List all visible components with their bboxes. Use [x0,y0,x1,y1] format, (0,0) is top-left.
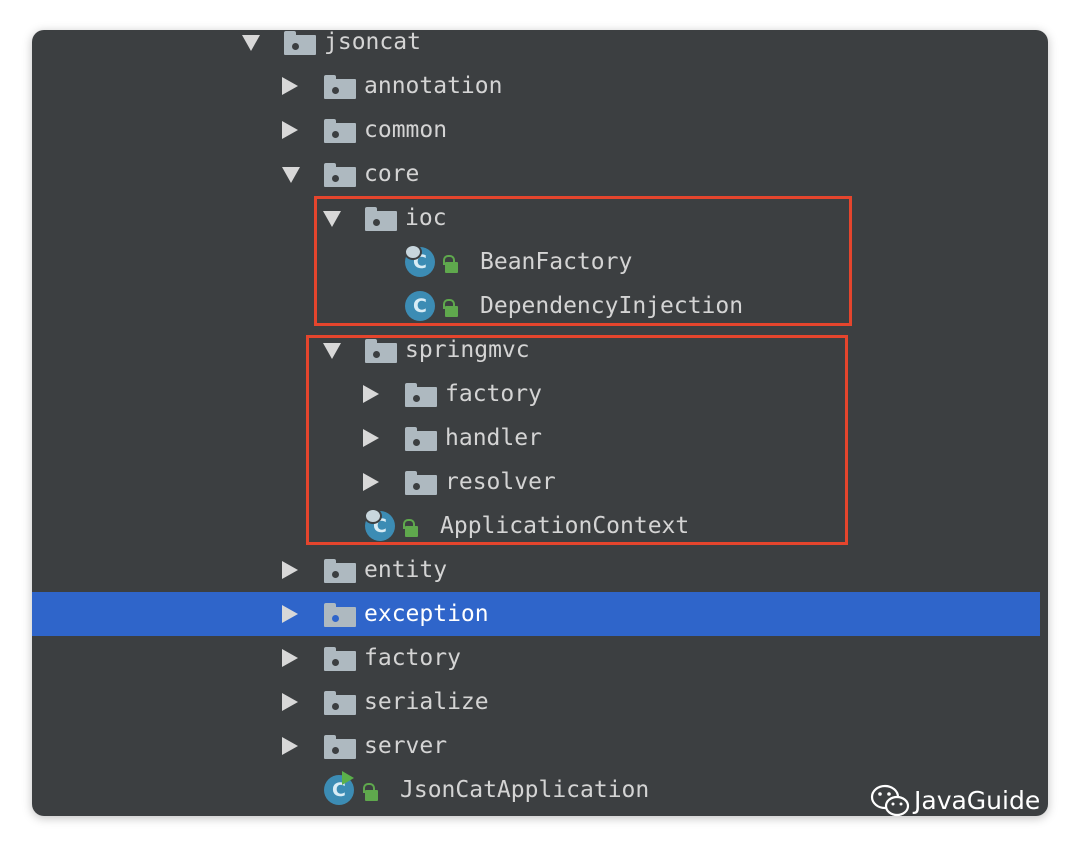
runnable-class-icon: C [324,771,354,805]
tree-node-jsoncat[interactable]: jsoncat [32,30,1040,64]
node-label: factory [364,645,461,671]
project-tree-panel: jsoncat annotation common core ioc C Bea… [32,30,1048,816]
expand-arrow-icon[interactable] [242,35,260,51]
node-label: core [364,161,420,187]
wechat-icon [870,784,910,817]
tree-node-annotation[interactable]: annotation [32,64,1040,108]
node-label: jsoncat [324,30,421,55]
node-label: server [364,733,448,759]
node-label: exception [364,601,489,627]
tree-node-common[interactable]: common [32,108,1040,152]
expand-arrow-icon[interactable] [282,167,300,183]
folder-icon [324,559,356,583]
collapse-arrow-icon[interactable] [282,121,298,139]
folder-icon [324,647,356,671]
folder-icon [324,735,356,759]
public-lock-icon [360,783,378,801]
tree-node-factory[interactable]: factory [32,636,1040,680]
folder-icon [284,31,316,55]
node-label: JsonCatApplication [400,777,650,803]
node-label: common [364,117,448,143]
node-label: annotation [364,73,503,99]
folder-icon [324,163,356,187]
collapse-arrow-icon[interactable] [282,693,298,711]
tree-node-server[interactable]: server [32,724,1040,768]
folder-icon [324,119,356,143]
tree-node-core[interactable]: core [32,152,1040,196]
folder-icon [324,691,356,715]
folder-icon [324,603,356,627]
collapse-arrow-icon[interactable] [282,649,298,667]
tree-node-exception[interactable]: exception [32,592,1040,636]
tree-node-entity[interactable]: entity [32,548,1040,592]
collapse-arrow-icon[interactable] [282,605,298,623]
tree-node-serialize[interactable]: serialize [32,680,1040,724]
highlight-box-ioc [314,196,852,326]
watermark-text: JavaGuide [914,786,1041,815]
collapse-arrow-icon[interactable] [282,561,298,579]
node-label: serialize [364,689,489,715]
highlight-box-springmvc [306,335,848,545]
node-label: entity [364,557,448,583]
collapse-arrow-icon[interactable] [282,737,298,755]
collapse-arrow-icon[interactable] [282,77,298,95]
folder-icon [324,75,356,99]
